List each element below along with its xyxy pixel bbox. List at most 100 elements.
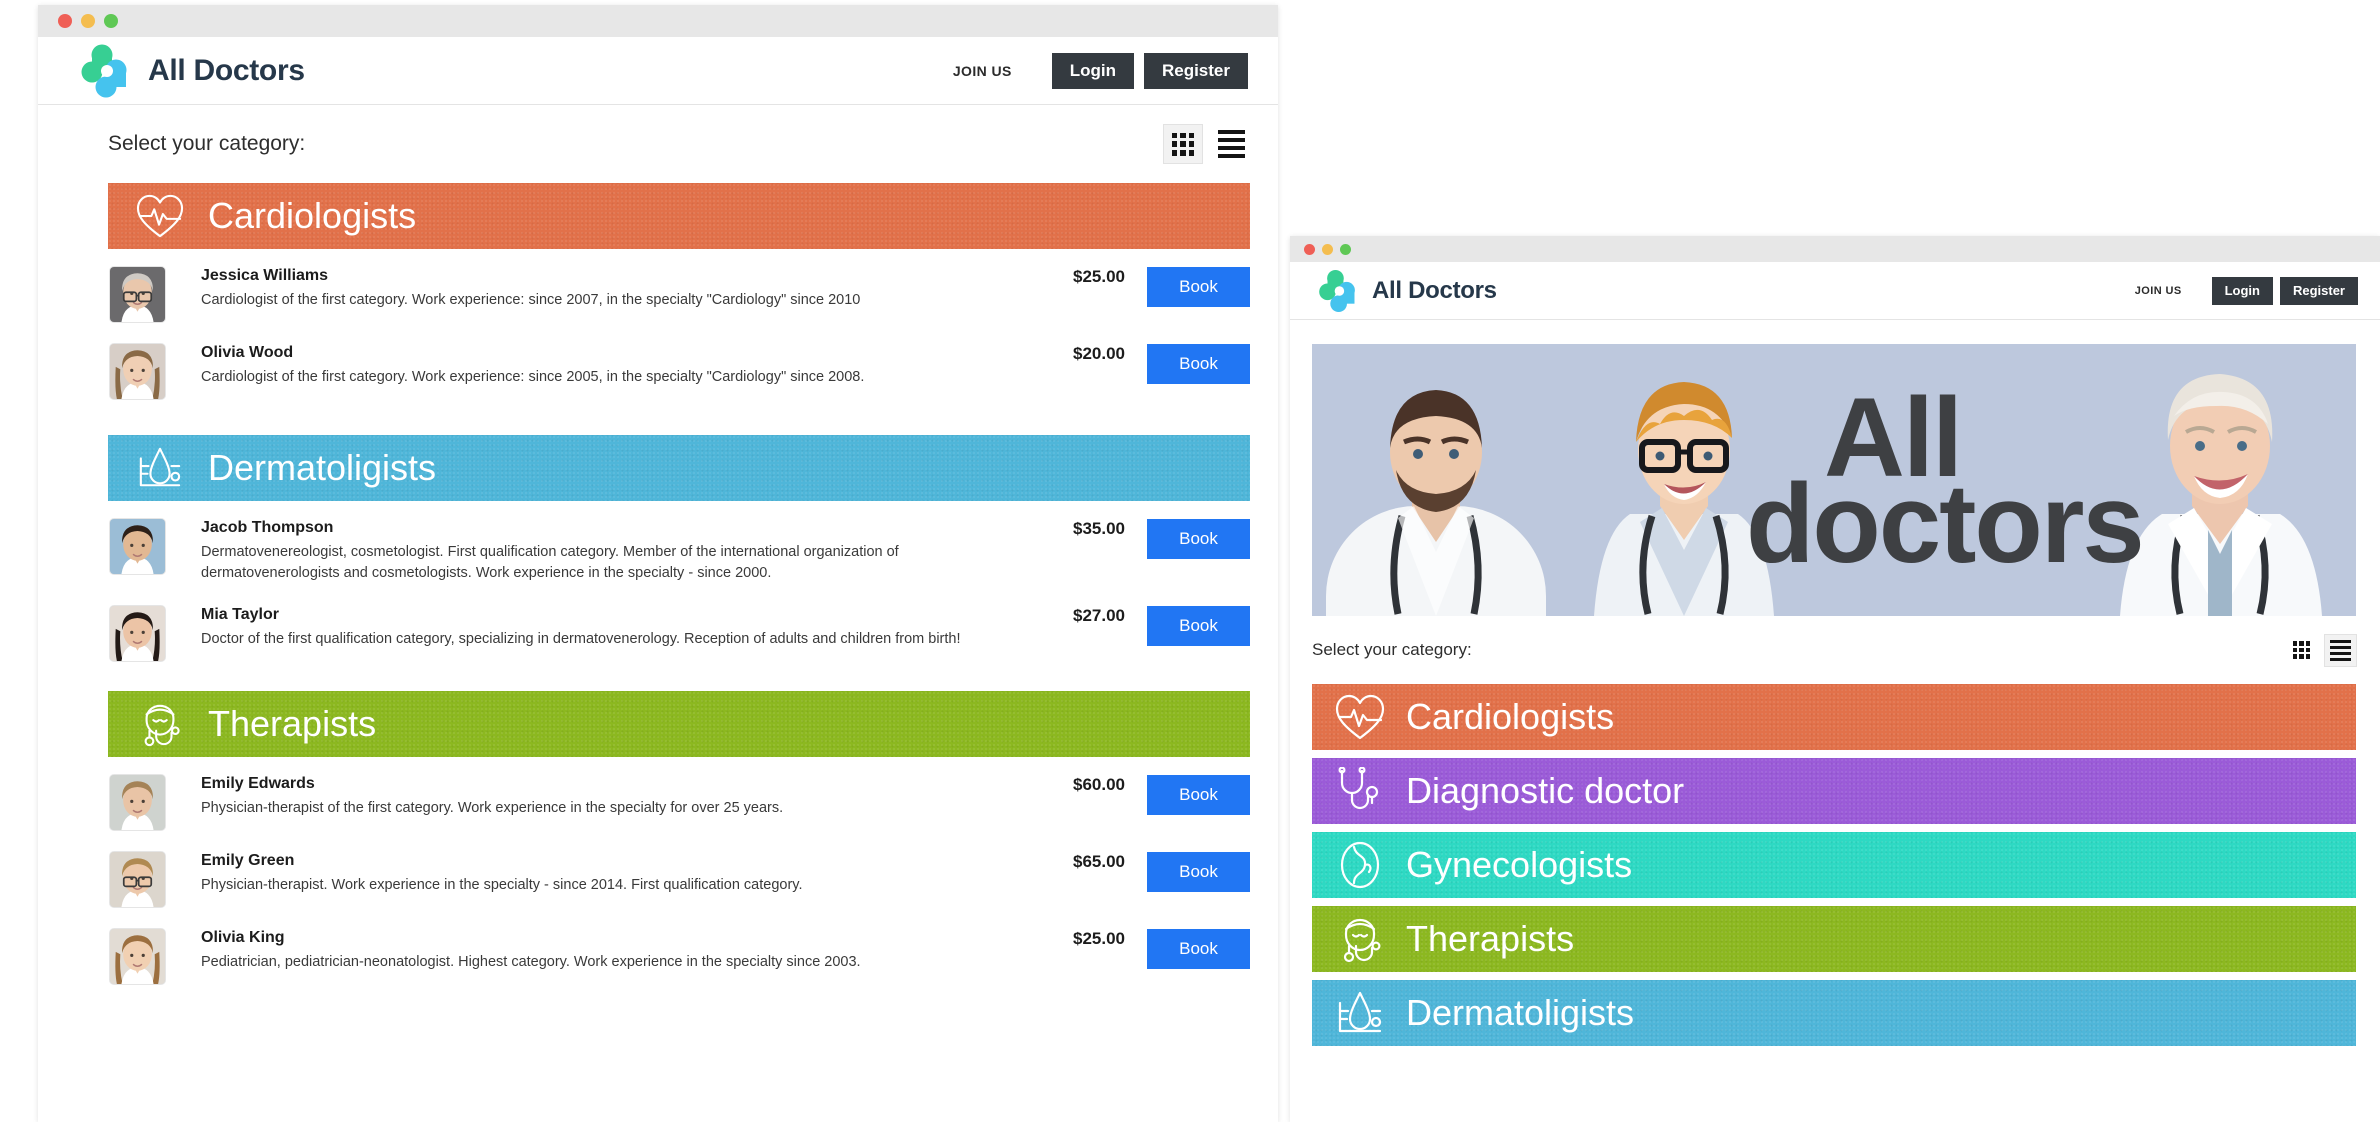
category-banner-dermatoligists[interactable]: Dermatoligists bbox=[108, 435, 1250, 501]
close-icon[interactable] bbox=[1304, 243, 1315, 255]
doctor-name: Mia Taylor bbox=[201, 606, 279, 624]
category-title: Therapists bbox=[208, 703, 377, 745]
category-list: Cardiologists Diagnostic doctor Gynecologi… bbox=[1312, 684, 2356, 1046]
register-button[interactable]: Register bbox=[2279, 276, 2358, 305]
list-view-icon[interactable] bbox=[1212, 125, 1250, 163]
doctor-row: Emily Green Physician-therapist. Work exp… bbox=[108, 840, 1250, 917]
screenshot-stage: All Doctors JOIN US Login Register Selec… bbox=[0, 0, 2380, 1122]
browser-window-doctor-list: All Doctors JOIN US Login Register Selec… bbox=[38, 5, 1278, 1122]
doctor-row: Emily Edwards Physician-therapist of the … bbox=[108, 763, 1250, 840]
category-banner-gynecologists[interactable]: Gynecologists bbox=[1312, 832, 2356, 898]
site-header: All Doctors JOIN US Login Register bbox=[38, 37, 1278, 105]
skin-hair-follicle-icon bbox=[1334, 989, 1386, 1037]
book-button[interactable]: Book bbox=[1147, 775, 1250, 816]
book-button[interactable]: Book bbox=[1147, 852, 1250, 893]
book-button[interactable]: Book bbox=[1147, 344, 1250, 384]
category-banner-diagnostic-doctor[interactable]: Diagnostic doctor bbox=[1312, 758, 2356, 824]
doctor-info: Mia Taylor Doctor of the first qualificat… bbox=[201, 606, 1005, 650]
doctor-name: Olivia King bbox=[201, 929, 285, 947]
category-sections: Cardiologists Jessica Williams Cardiologis… bbox=[108, 183, 1250, 1020]
category-title: Cardiologists bbox=[208, 195, 417, 236]
doctor-description: Cardiologist of the first category. Work… bbox=[201, 369, 865, 385]
category-banner-cardiologists[interactable]: Cardiologists bbox=[1312, 684, 2356, 750]
list-glyph bbox=[2330, 639, 2351, 661]
all-doctors-logo-icon bbox=[1318, 269, 1364, 313]
doctor-name: Olivia Wood bbox=[201, 344, 294, 361]
category-title: Cardiologists bbox=[1406, 696, 1615, 737]
doctor-info: Emily Green Physician-therapist. Work exp… bbox=[201, 852, 1005, 896]
site-header: All Doctors JOIN US Login Register bbox=[1290, 262, 2380, 320]
doctor-price: $20.00 bbox=[1073, 344, 1125, 363]
all-doctors-logo-icon bbox=[80, 44, 138, 98]
book-button[interactable]: Book bbox=[1147, 606, 1250, 647]
category-title: Dermatoligists bbox=[1406, 992, 1635, 1033]
view-toggle-group bbox=[2286, 634, 2356, 666]
doctor-info: Emily Edwards Physician-therapist of the … bbox=[201, 775, 1005, 819]
avatar bbox=[110, 344, 165, 399]
join-us-link[interactable]: JOIN US bbox=[953, 63, 1012, 79]
join-us-link[interactable]: JOIN US bbox=[2135, 285, 2182, 297]
doctor-description: Physician-therapist of the first categor… bbox=[201, 800, 784, 817]
book-button[interactable]: Book bbox=[1147, 929, 1250, 970]
doctor-info: Olivia King Pediatrician, pediatrician-ne… bbox=[201, 929, 1005, 973]
close-icon[interactable] bbox=[58, 14, 72, 28]
minimize-icon[interactable] bbox=[1322, 243, 1333, 255]
category-banner-cardiologists[interactable]: Cardiologists bbox=[108, 183, 1250, 249]
minimize-icon[interactable] bbox=[81, 14, 95, 28]
avatar bbox=[110, 929, 165, 985]
brand-name: All Doctors bbox=[148, 53, 305, 87]
hero-word-line-2: doctors bbox=[1746, 461, 2145, 586]
brand-logo[interactable]: All Doctors bbox=[1318, 269, 1497, 313]
maximize-icon[interactable] bbox=[104, 14, 118, 28]
traffic-lights bbox=[1304, 243, 1351, 255]
register-button[interactable]: Register bbox=[1143, 52, 1248, 89]
grid-view-icon[interactable] bbox=[1164, 125, 1202, 163]
view-toggle-group bbox=[1164, 125, 1250, 163]
grid-view-icon[interactable] bbox=[2286, 635, 2317, 666]
select-category-bar: Select your category: bbox=[108, 105, 1250, 183]
uterus-icon bbox=[1334, 841, 1386, 889]
doctor-name: Jacob Thompson bbox=[201, 519, 334, 536]
maximize-icon[interactable] bbox=[1340, 243, 1351, 255]
doctor-row: Olivia Wood Cardiologist of the first cat… bbox=[108, 332, 1250, 409]
login-button[interactable]: Login bbox=[1051, 52, 1134, 89]
login-button[interactable]: Login bbox=[2211, 276, 2273, 305]
avatar bbox=[110, 606, 165, 662]
avatar bbox=[110, 267, 165, 322]
window-titlebar[interactable] bbox=[1290, 236, 2380, 262]
doctor-price: $25.00 bbox=[1073, 929, 1125, 949]
list-view-icon[interactable] bbox=[2325, 634, 2356, 666]
category-banner-therapists[interactable]: Therapists bbox=[108, 691, 1250, 758]
page-content: All doctors Select your category: Cardio… bbox=[1290, 344, 2380, 1046]
doctor-stethoscope-icon bbox=[134, 701, 186, 747]
category-title: Dermatoligists bbox=[208, 447, 437, 488]
avatar bbox=[110, 519, 165, 574]
heart-pulse-icon bbox=[134, 193, 186, 239]
doctor-row: Olivia King Pediatrician, pediatrician-ne… bbox=[108, 917, 1250, 994]
header-actions: JOIN US Login Register bbox=[953, 52, 1248, 89]
doctor-description: Physician-therapist. Work experience in … bbox=[201, 877, 803, 894]
doctor-name: Emily Edwards bbox=[201, 775, 315, 793]
doctor-row: Mia Taylor Doctor of the first qualificat… bbox=[108, 594, 1250, 671]
doctor-info: Olivia Wood Cardiologist of the first cat… bbox=[201, 344, 1005, 388]
doctor-description: Cardiologist of the first category. Work… bbox=[201, 292, 861, 308]
grid-glyph bbox=[1171, 132, 1195, 156]
category-title: Gynecologists bbox=[1406, 844, 1633, 885]
brand-logo[interactable]: All Doctors bbox=[80, 44, 305, 98]
brand-name: All Doctors bbox=[1372, 276, 1497, 304]
skin-hair-follicle-icon bbox=[134, 445, 186, 491]
doctor-price: $27.00 bbox=[1073, 606, 1125, 626]
list-glyph bbox=[1217, 130, 1245, 158]
book-button[interactable]: Book bbox=[1147, 267, 1250, 307]
book-button[interactable]: Book bbox=[1147, 519, 1250, 559]
select-category-label: Select your category: bbox=[108, 132, 306, 155]
traffic-lights bbox=[58, 14, 118, 28]
window-titlebar[interactable] bbox=[38, 5, 1278, 37]
category-banner-therapists[interactable]: Therapists bbox=[1312, 906, 2356, 972]
grid-glyph bbox=[2292, 641, 2311, 659]
doctor-stethoscope-icon bbox=[1334, 915, 1386, 963]
doctor-description: Doctor of the first qualification catego… bbox=[201, 631, 961, 648]
doctor-info: Jacob Thompson Dermatovenereologist, cosm… bbox=[201, 519, 1005, 584]
category-banner-dermatoligists[interactable]: Dermatoligists bbox=[1312, 980, 2356, 1046]
